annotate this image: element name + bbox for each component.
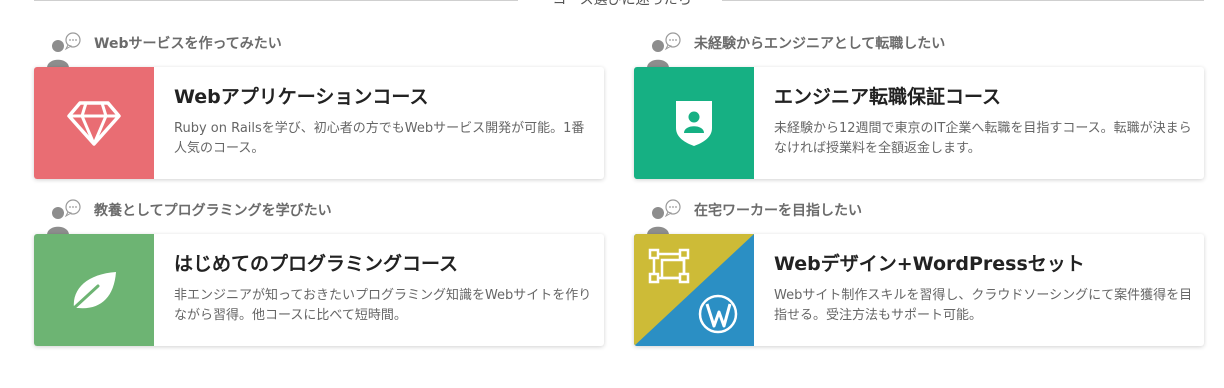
divider-line-right xyxy=(722,0,1204,1)
course-title: Webアプリケーションコース xyxy=(174,86,429,108)
persona-label: 未経験からエンジニアとして転職したい xyxy=(694,36,946,52)
course-card-intro-programming[interactable]: はじめてのプログラミングコース 非エンジニアが知っておきたいプログラミング知識を… xyxy=(34,234,604,346)
course-title: エンジニア転職保証コース xyxy=(774,86,1002,108)
person-speech-icon xyxy=(47,32,81,68)
course-card-webdesign-wordpress[interactable]: Webデザイン+WordPressセット Webサイト制作スキルを習得し、クラウ… xyxy=(634,234,1204,346)
persona-label: 教養としてプログラミングを学びたい xyxy=(94,203,332,219)
course-card-web-app[interactable]: Webアプリケーションコース Ruby on Railsを学び、初心者の方でもW… xyxy=(34,67,604,179)
course-thumbnail xyxy=(634,234,754,346)
shield-user-icon xyxy=(676,101,712,146)
course-title: はじめてのプログラミングコース xyxy=(174,253,459,275)
course-thumbnail xyxy=(34,234,154,346)
persona-label: Webサービスを作ってみたい xyxy=(94,36,282,52)
course-description: 非エンジニアが知っておきたいプログラミング知識をWebサイトを作りながら習得。他… xyxy=(174,288,592,323)
person-speech-icon xyxy=(647,199,681,235)
diamond-icon xyxy=(67,101,121,146)
person-speech-icon xyxy=(647,32,681,68)
leaf-icon xyxy=(72,272,116,310)
course-thumbnail xyxy=(34,67,154,179)
divider-line-left xyxy=(34,0,518,1)
person-speech-icon xyxy=(47,199,81,235)
course-description: Ruby on Railsを学び、初心者の方でもWebサービス開発が可能。1番人… xyxy=(174,121,585,156)
course-description: 未経験から12週間で東京のIT企業へ転職を目指すコース。転職が決まらなければ授業… xyxy=(774,121,1192,156)
course-thumbnail xyxy=(634,67,754,179)
persona-label: 在宅ワーカーを目指したい xyxy=(694,203,862,219)
design-wordpress-icon xyxy=(634,234,754,346)
course-card-career-guarantee[interactable]: エンジニア転職保証コース 未経験から12週間で東京のIT企業へ転職を目指すコース… xyxy=(634,67,1204,179)
course-description: Webサイト制作スキルを習得し、クラウドソーシングにて案件獲得を目指せる。受注方… xyxy=(774,288,1193,323)
course-title: Webデザイン+WordPressセット xyxy=(774,253,1085,275)
section-heading: コース選びに迷ったら xyxy=(552,0,692,8)
